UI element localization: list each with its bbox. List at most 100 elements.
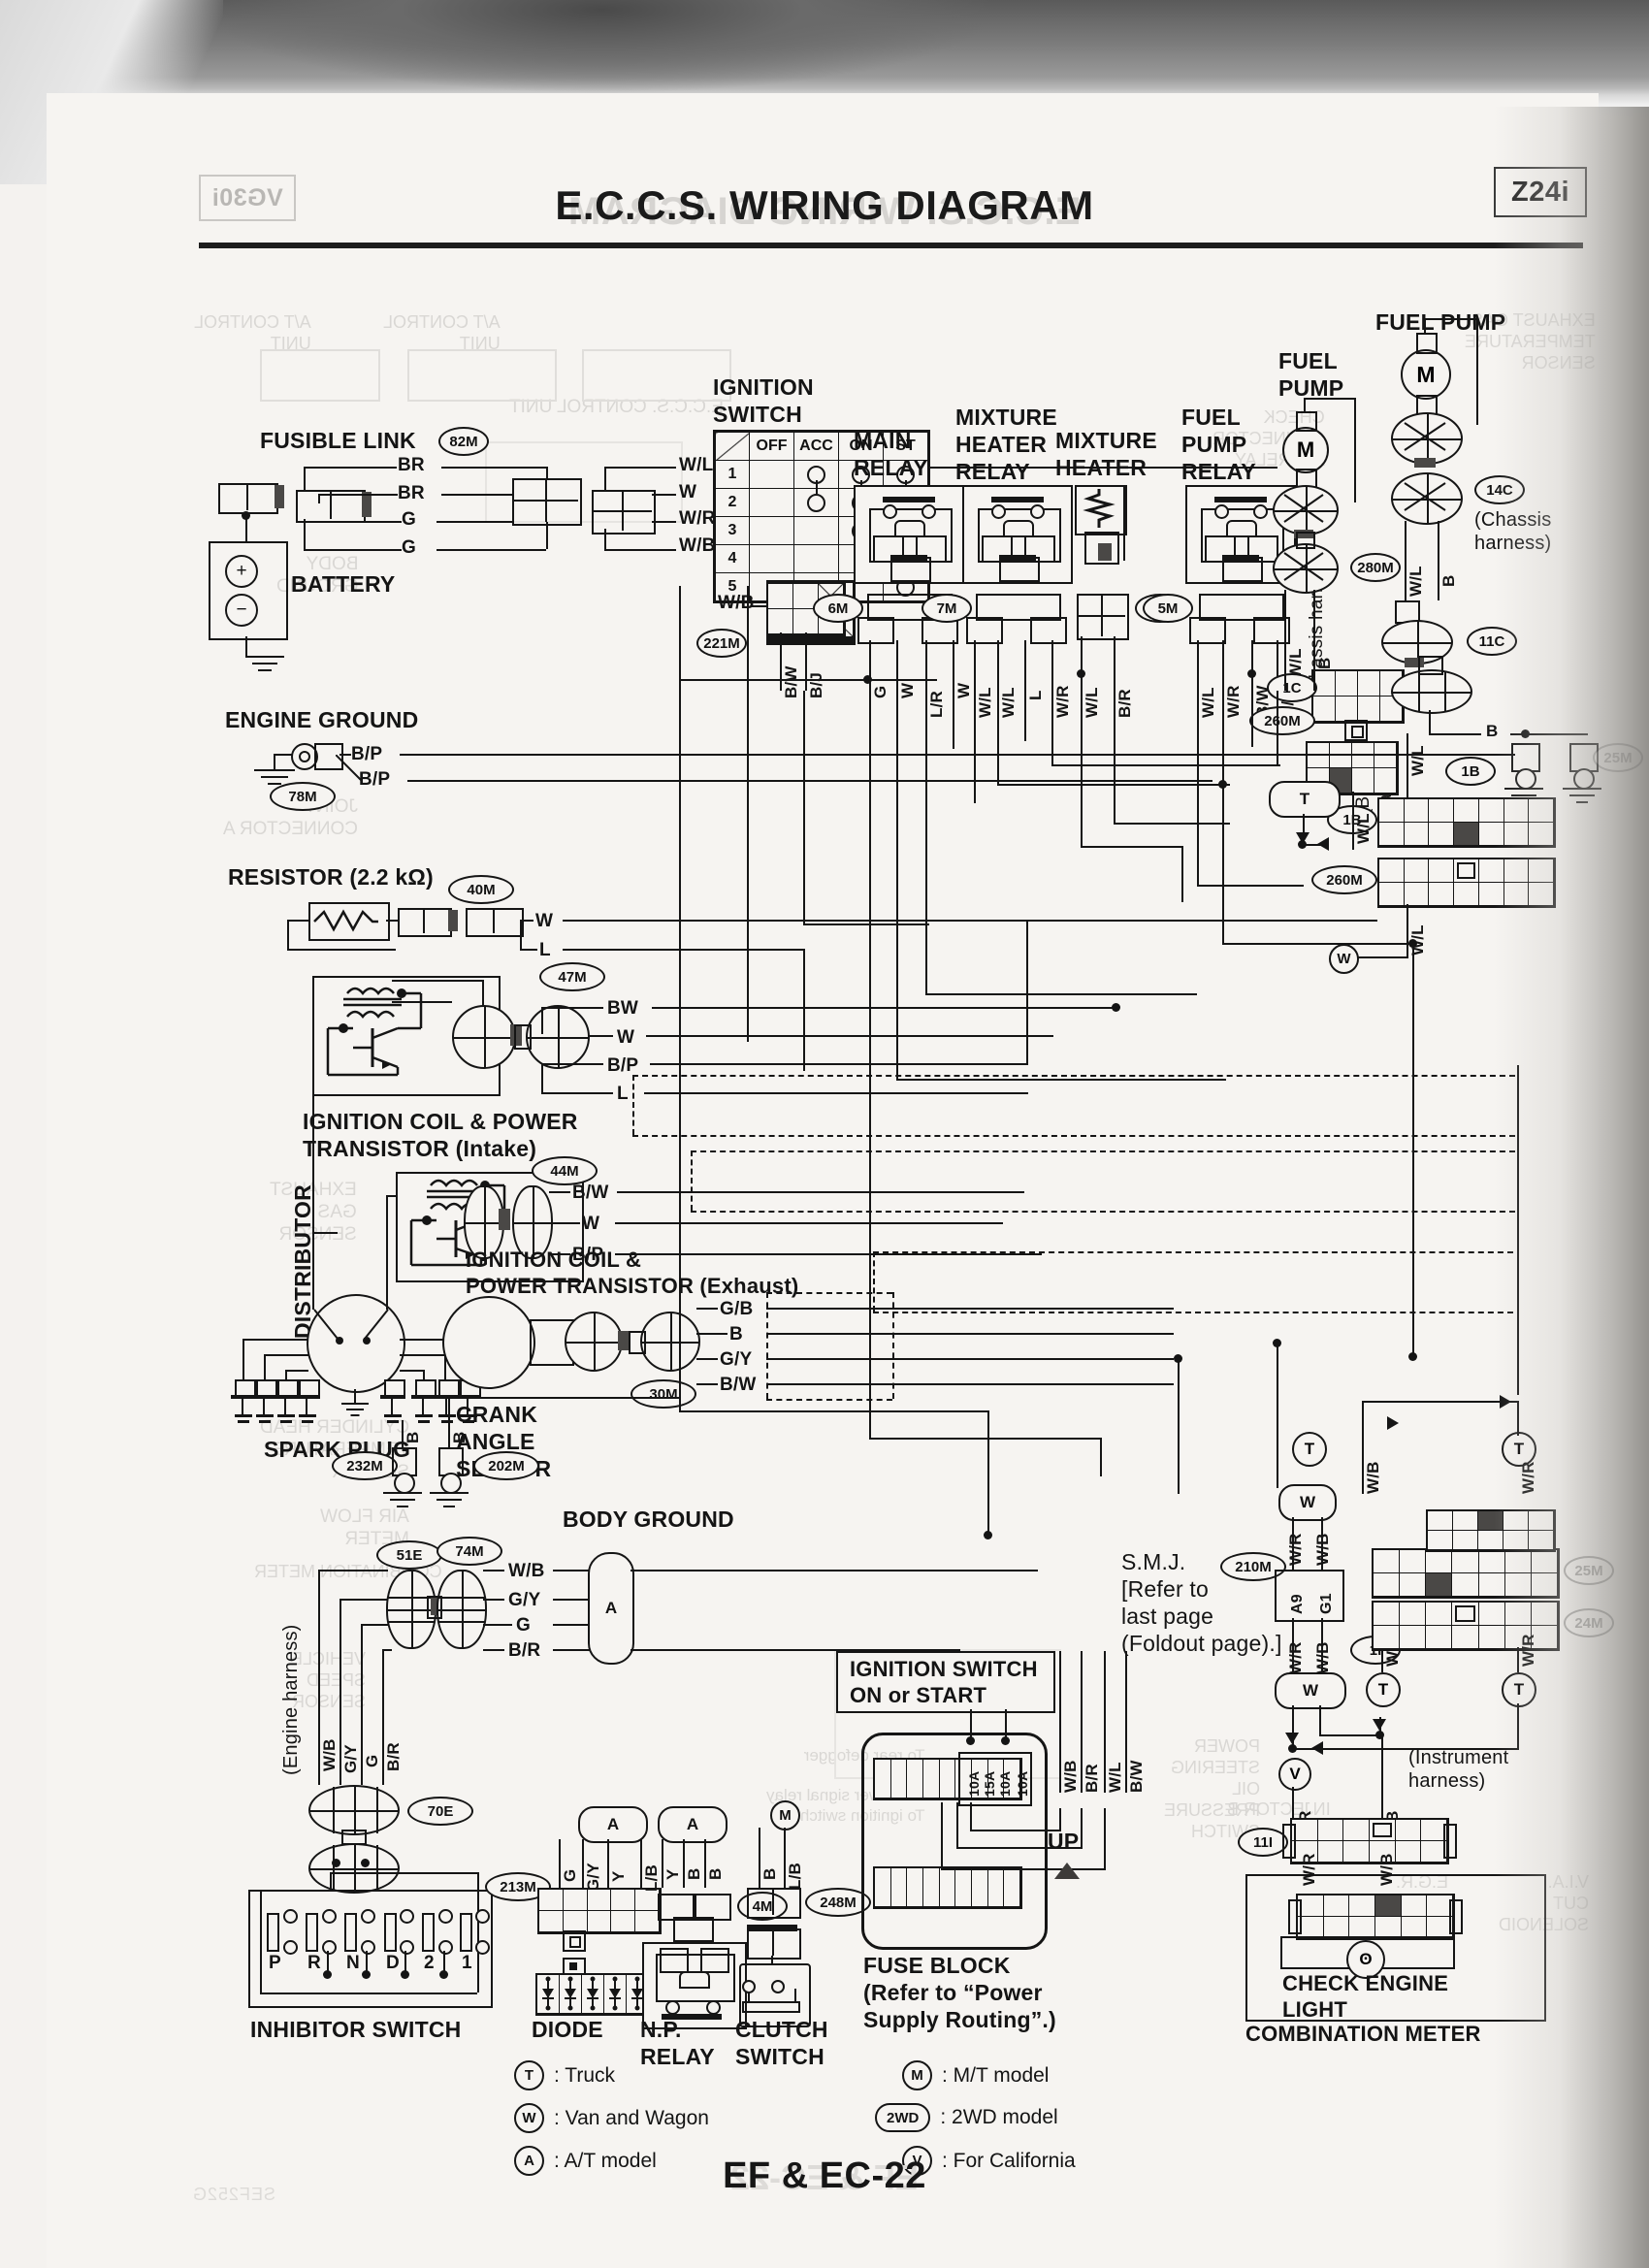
ici-wire-w: W xyxy=(617,1027,635,1048)
legend-symbol-t: T xyxy=(514,2060,544,2090)
ice-wire-w: W xyxy=(582,1214,600,1234)
smj-top-wb: W/B xyxy=(1313,1533,1334,1566)
legend-text-2wd: : 2WD model xyxy=(940,2106,1058,2128)
fusible-wire-g-1: G xyxy=(402,509,416,530)
ign-coil-intake-connector xyxy=(452,1005,516,1069)
mh-wire-wl: W/L xyxy=(1083,687,1101,718)
engine-ground-label: ENGINE GROUND xyxy=(225,707,419,732)
eh70-wire-wb: W/B xyxy=(320,1738,339,1771)
diode-connector-grid xyxy=(537,1888,662,1934)
battery-positive-terminal: + xyxy=(225,555,258,588)
body-harness-oval xyxy=(1391,669,1472,714)
corner-figure-code: SEF252G xyxy=(192,2185,276,2204)
np-wire-b2: B xyxy=(706,1867,725,1880)
diode-wire-y: Y xyxy=(609,1870,628,1882)
eh-wire-wb: W/B xyxy=(508,1561,545,1581)
connector-1c: 1C xyxy=(1267,673,1317,702)
ignition-feed-connector xyxy=(592,490,656,535)
fpm-wire-b: B xyxy=(1315,657,1334,669)
connector-24m: 24M xyxy=(1564,1608,1614,1637)
smj-bot-wr: W/R xyxy=(1286,1641,1305,1674)
fuse-wire-bw: B/W xyxy=(1127,1760,1146,1793)
pill-w-smj-top: W xyxy=(1278,1484,1337,1521)
legend-row-2wd: 2WD : 2WD model xyxy=(875,2103,1058,2132)
instr-wire-wr-2: W/R xyxy=(1519,1634,1537,1667)
connector-280m: 260M xyxy=(1311,865,1377,894)
battery-negative-terminal: − xyxy=(225,594,258,627)
ign-col-off: OFF xyxy=(749,432,794,461)
connector-74m: 74M xyxy=(436,1537,502,1566)
mhr-wire-wl2: W/L xyxy=(999,687,1018,718)
mhr-wire-wr: W/R xyxy=(1053,685,1072,718)
ign-wire-w: W xyxy=(679,482,697,502)
model-code-badge: Z24i xyxy=(1494,167,1587,217)
ign-wire-wl: W/L xyxy=(679,455,714,475)
meter-wire-wb: W/B xyxy=(1377,1853,1396,1886)
legend-symbol-w: W xyxy=(514,2103,544,2133)
bg-wire-b-1: B xyxy=(404,1431,422,1443)
eh70-wire-br: B/R xyxy=(384,1742,403,1771)
inhibitor-pos-1: 1 xyxy=(462,1953,472,1973)
connector-1c-lock xyxy=(1344,720,1368,741)
right-wire-wr-upper: W/R xyxy=(1519,1461,1537,1494)
bh-wire-wl: W/L xyxy=(1408,745,1427,776)
legend-text-van: : Van and Wagon xyxy=(554,2106,709,2129)
connector-70e-oval xyxy=(308,1785,400,1835)
engine-harness-label: (Engine harness) xyxy=(280,1624,302,1775)
legend-row-mt: M : M/T model xyxy=(902,2060,1049,2090)
fusible-link-label: FUSIBLE LINK xyxy=(260,428,416,453)
resistor-element xyxy=(308,902,390,941)
mixture-heater-relay-label: MIXTURE HEATER RELAY xyxy=(955,405,1057,485)
connector-78m: 78M xyxy=(270,782,336,811)
smj-bot-wb: W/B xyxy=(1313,1641,1334,1674)
pill-a-np-relay: A xyxy=(658,1806,728,1843)
connector-ghost-right: 25M xyxy=(1593,743,1643,772)
smj-pin-a9: A9 xyxy=(1289,1594,1306,1614)
check-engine-light-label: CHECK ENGINE LIGHT xyxy=(1282,1971,1449,2022)
mark-m-clutch: M xyxy=(770,1800,800,1831)
np-wire-y: Y xyxy=(663,1868,682,1880)
wire-wl-260m: W/L xyxy=(1354,813,1373,844)
connector-82m: 82M xyxy=(438,427,489,456)
np-relay-label: N.P. RELAY xyxy=(640,2017,715,2070)
mark-w-bodyharness: W xyxy=(1329,944,1359,974)
cas-wire-gy: G/Y xyxy=(720,1349,753,1370)
fuel-pump-top-label: FUEL PUMP xyxy=(1375,309,1506,335)
inhibitor-switch-label: INHIBITOR SWITCH xyxy=(250,2017,462,2042)
ign-wire-wb: W/B xyxy=(679,535,716,556)
ignition-switch-label: IGNITION SWITCH xyxy=(713,374,814,428)
fuel-pump-motor-mid: M xyxy=(1282,427,1329,473)
connector-47m-oval xyxy=(526,1005,590,1069)
mark-v-smj: V xyxy=(1278,1758,1311,1791)
connector-11i: 11I xyxy=(1238,1828,1288,1857)
battery-label: BATTERY xyxy=(291,571,396,597)
connector-grid-right-1 xyxy=(1426,1509,1556,1552)
mhr-wire-l: L xyxy=(1026,690,1045,700)
legend-symbol-2wd: 2WD xyxy=(875,2103,931,2132)
clutch-connector-upper xyxy=(747,1888,801,1919)
ign-row-3: 3 xyxy=(715,516,750,545)
up-label: UP xyxy=(1048,1829,1080,1854)
fuse-row-lower xyxy=(873,1866,1022,1909)
clutch-switch-label: CLUTCH SWITCH xyxy=(735,2017,828,2070)
mixture-heater-element xyxy=(1075,485,1127,535)
eh-wire-g: G xyxy=(516,1615,531,1636)
fuse-wire-wb: W/B xyxy=(1061,1760,1080,1793)
pill-w-smj-bottom: W xyxy=(1275,1672,1346,1709)
fuse-block-label: FUSE BLOCK (Refer to “Power Supply Routi… xyxy=(863,1953,1056,2033)
mixture-heater-relay-body xyxy=(962,485,1073,584)
instrument-harness-label: (Instrument harness) xyxy=(1408,1747,1509,1793)
main-relay-wire-w: W xyxy=(898,682,917,698)
np-wire-lb: L/B xyxy=(642,1864,661,1892)
inhibitor-pos-2: 2 xyxy=(424,1953,435,1973)
eh-wire-gy: G/Y xyxy=(508,1590,541,1610)
ice-wire-bw: B/W xyxy=(572,1183,609,1203)
connector-232m: 232M xyxy=(332,1451,398,1480)
legend-text-mt: : M/T model xyxy=(942,2063,1050,2087)
pill-t-bodyharness: T xyxy=(1269,781,1341,818)
ign-coil-exhaust-label: IGNITION COIL & POWER TRANSISTOR (Exhaus… xyxy=(466,1247,799,1298)
fpr-wire-wr: W/R xyxy=(1224,685,1243,718)
fusible-wire-br-1: BR xyxy=(398,455,425,475)
fpt-wire-b: B xyxy=(1439,574,1458,587)
connector-7m: 7M xyxy=(922,594,972,623)
